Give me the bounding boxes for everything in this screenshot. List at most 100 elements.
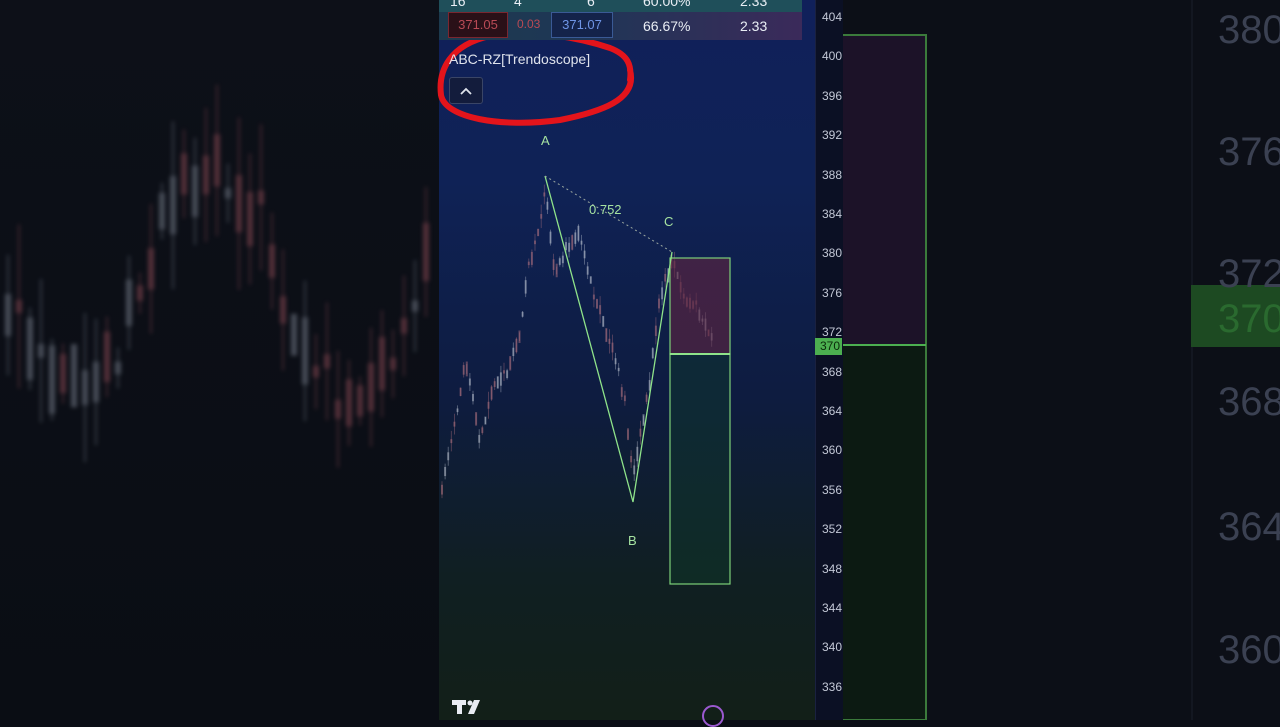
candle-body — [456, 408, 459, 413]
candle-body — [623, 395, 626, 402]
target-price-box: 371.07 — [551, 12, 613, 38]
candle-body — [518, 330, 521, 344]
candle-body — [630, 455, 633, 463]
candle-body — [620, 387, 623, 397]
candle-body — [558, 258, 561, 265]
candle-body — [617, 367, 620, 372]
lightning-icon[interactable] — [702, 705, 724, 727]
candle-body — [580, 240, 583, 245]
candle-body — [540, 214, 543, 219]
price-axis-label: 380 — [822, 246, 843, 261]
candle-body — [499, 372, 502, 386]
candle-body — [521, 311, 524, 317]
price-axis-label: 404 — [822, 10, 843, 24]
bullish-zone — [669, 353, 731, 585]
candle-body — [472, 394, 474, 402]
candle-body — [475, 412, 478, 426]
candle-body — [453, 421, 456, 427]
candle-body — [586, 266, 589, 275]
win-rate-cell: 66.67% — [643, 18, 691, 34]
candle-body — [589, 276, 592, 284]
risk-reward-cell: 2.33 — [740, 18, 768, 34]
price-axis-label: 376 — [822, 285, 843, 300]
candle-body — [633, 465, 636, 475]
price-axis-label: 360 — [822, 443, 843, 458]
price-axis-label: 356 — [822, 482, 843, 497]
candle-body — [447, 452, 450, 461]
indicator-name[interactable]: ABC-RZ[Trendoscope] — [449, 51, 590, 67]
bearish-zone — [669, 257, 731, 355]
price-axis-label: 368 — [822, 364, 843, 379]
stats-cell: 4 — [514, 0, 522, 9]
retracement-ratio: 0.752 — [589, 202, 622, 217]
candle-body — [537, 228, 540, 237]
stats-cell: 60.00% — [643, 0, 691, 9]
candle-body — [608, 338, 611, 344]
candle-body — [527, 261, 530, 266]
tradingview-logo-icon[interactable] — [452, 698, 486, 716]
candle-body — [627, 428, 629, 441]
candle-body — [484, 416, 487, 425]
candle-body — [487, 401, 490, 409]
price-axis-label: 400 — [822, 49, 843, 64]
candle-body — [614, 358, 617, 365]
candle-body — [459, 387, 462, 397]
candle-body — [561, 255, 564, 264]
price-axis-label: 344 — [822, 601, 843, 615]
candle-body — [583, 250, 586, 259]
candle-body — [543, 192, 546, 197]
candle-body — [515, 338, 518, 353]
candle-body — [552, 259, 555, 270]
price-axis-label: 340 — [822, 640, 843, 655]
candle-body — [596, 299, 598, 309]
candle-body — [599, 305, 602, 315]
candle-body — [468, 378, 471, 386]
candle-body — [658, 298, 660, 309]
candle-body — [506, 370, 509, 379]
candle-body — [546, 201, 549, 210]
stats-cell-mid: 0.03 — [517, 17, 541, 31]
candle-body — [605, 328, 608, 343]
candle-body — [462, 365, 465, 375]
candle-body — [524, 280, 527, 294]
price-axis-label: 392 — [822, 128, 843, 143]
pattern-point-c: C — [664, 214, 674, 229]
candle-body — [509, 356, 512, 371]
candle-body — [534, 240, 536, 245]
candle-body — [493, 381, 496, 388]
price-axis-label: 388 — [822, 167, 843, 182]
candle-body — [636, 446, 639, 462]
candle-body — [661, 287, 664, 300]
price-axis-label: 384 — [822, 207, 843, 221]
chevron-up-icon — [460, 87, 472, 95]
price-axis-label: 336 — [822, 679, 843, 694]
candle-body — [611, 342, 614, 353]
stats-cell: 2.33 — [740, 0, 768, 9]
price-axis-label: 348 — [822, 561, 843, 576]
price-axis-label: 352 — [822, 522, 843, 537]
candle-body — [592, 294, 595, 300]
candle-body — [490, 386, 493, 400]
candle-body — [512, 347, 515, 357]
candle-body — [530, 251, 533, 265]
candle-body — [645, 394, 648, 402]
candle-body — [465, 361, 468, 377]
candle-body — [654, 325, 657, 336]
candle-body — [651, 348, 654, 359]
current-price-tag: 370 — [815, 338, 842, 355]
candle-body — [481, 427, 484, 434]
stats-cell: 6 — [587, 0, 595, 9]
entry-price-box: 371.05 — [448, 12, 508, 38]
candle-body — [450, 439, 453, 444]
candle-body — [568, 242, 571, 252]
candle-body — [577, 225, 580, 241]
pattern-point-b: B — [628, 533, 637, 548]
collapse-indicators-button[interactable] — [449, 77, 483, 104]
pattern-point-a: A — [541, 133, 550, 148]
price-chart[interactable] — [0, 0, 1280, 720]
price-axis-label: 396 — [822, 88, 843, 103]
candle-body — [639, 428, 642, 437]
candle-body — [555, 263, 558, 278]
candle-body — [642, 414, 645, 426]
price-axis-label: 364 — [822, 404, 843, 418]
